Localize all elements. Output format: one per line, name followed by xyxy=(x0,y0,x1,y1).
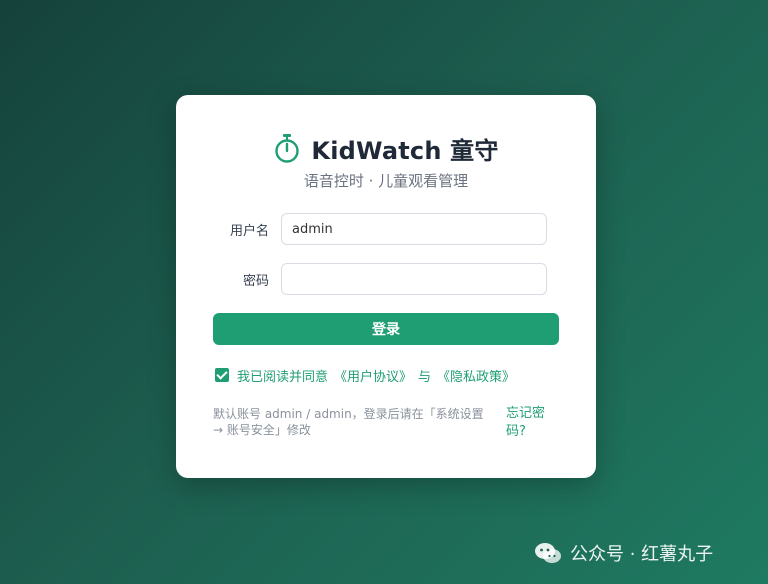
password-input[interactable] xyxy=(281,263,547,295)
password-label: 密码 xyxy=(242,273,269,289)
stopwatch-icon xyxy=(273,133,301,163)
brand-header: KidWatch 童守 xyxy=(176,131,596,165)
app-title: KidWatch 童守 xyxy=(311,136,499,165)
username-label: 用户名 xyxy=(229,223,269,239)
forgot-password-link[interactable]: 忘记密码? xyxy=(506,405,556,441)
username-row: 用户名 xyxy=(213,213,559,245)
user-agreement-link[interactable]: 《用户协议》 xyxy=(334,366,412,385)
watermark: 公众号 · 红薯丸子 xyxy=(534,541,713,565)
agreement-row: 我已阅读并同意 《用户协议》 与 《隐私政策》 xyxy=(215,366,521,385)
app-subtitle: 语音控时 · 儿童观看管理 xyxy=(303,172,469,190)
agree-checkbox[interactable] xyxy=(215,368,229,382)
default-account-hint: 默认账号 admin / admin，登录后请在「系统设置 → 账号安全」修改 xyxy=(213,407,484,437)
login-button[interactable]: 登录 xyxy=(213,313,559,345)
username-input[interactable] xyxy=(281,213,547,245)
login-card: KidWatch 童守 语音控时 · 儿童观看管理 用户名 密码 登录 我已阅读… xyxy=(176,95,596,478)
agree-joiner: 与 xyxy=(418,369,432,385)
wechat-icon xyxy=(534,541,562,565)
watermark-text: 公众号 · 红薯丸子 xyxy=(570,544,714,565)
privacy-policy-link[interactable]: 《隐私政策》 xyxy=(437,366,515,385)
password-row: 密码 xyxy=(213,263,559,295)
agree-prefix: 我已阅读并同意 xyxy=(237,369,329,385)
